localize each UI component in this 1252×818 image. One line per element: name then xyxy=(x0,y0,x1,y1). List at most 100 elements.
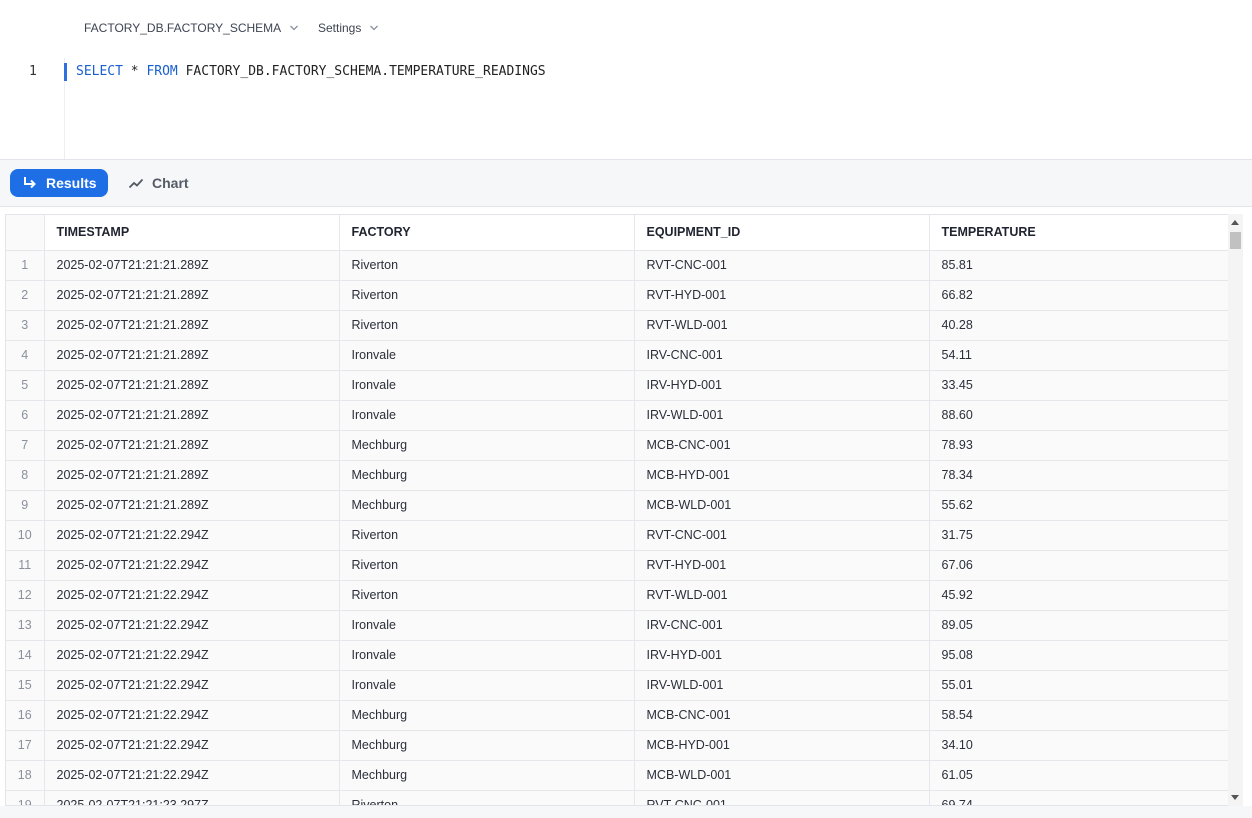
cell-equipment-id[interactable]: IRV-WLD-001 xyxy=(634,670,930,701)
cell-factory[interactable]: Mechburg xyxy=(339,760,635,791)
scroll-up-arrow-icon[interactable] xyxy=(1231,220,1239,225)
cell-temperature[interactable]: 88.60 xyxy=(929,400,1229,431)
cell-factory[interactable]: Mechburg xyxy=(339,430,635,461)
cell-temperature[interactable]: 95.08 xyxy=(929,640,1229,671)
sql-editor[interactable]: 1 SELECT * FROM FACTORY_DB.FACTORY_SCHEM… xyxy=(0,58,1252,160)
cell-factory[interactable]: Riverton xyxy=(339,790,635,805)
cell-factory[interactable]: Ironvale xyxy=(339,670,635,701)
cell-temperature[interactable]: 40.28 xyxy=(929,310,1229,341)
cell-temperature[interactable]: 58.54 xyxy=(929,700,1229,731)
table-row[interactable]: 12 2025-02-07T21:21:22.294Z Riverton RVT-WL… xyxy=(6,580,1229,611)
cell-factory[interactable]: Riverton xyxy=(339,250,635,281)
cell-temperature[interactable]: 78.93 xyxy=(929,430,1229,461)
cell-timestamp[interactable]: 2025-02-07T21:21:21.289Z xyxy=(44,400,340,431)
cell-equipment-id[interactable]: RVT-HYD-001 xyxy=(634,550,930,581)
cell-factory[interactable]: Riverton xyxy=(339,310,635,341)
cell-equipment-id[interactable]: RVT-CNC-001 xyxy=(634,790,930,805)
cell-factory[interactable]: Ironvale xyxy=(339,640,635,671)
table-row[interactable]: 1 2025-02-07T21:21:21.289Z Riverton RVT-CNC… xyxy=(6,250,1229,281)
cell-timestamp[interactable]: 2025-02-07T21:21:22.294Z xyxy=(44,550,340,581)
cell-factory[interactable]: Mechburg xyxy=(339,730,635,761)
table-row[interactable]: 9 2025-02-07T21:21:21.289Z Mechburg MCB-WLD… xyxy=(6,490,1229,521)
table-row[interactable]: 10 2025-02-07T21:21:22.294Z Riverton RVT-CN… xyxy=(6,520,1229,551)
cell-equipment-id[interactable]: MCB-HYD-001 xyxy=(634,460,930,491)
cell-temperature[interactable]: 61.05 xyxy=(929,760,1229,791)
cell-equipment-id[interactable]: RVT-CNC-001 xyxy=(634,520,930,551)
table-row[interactable]: 18 2025-02-07T21:21:22.294Z Mechburg MCB-WL… xyxy=(6,760,1229,791)
cell-timestamp[interactable]: 2025-02-07T21:21:22.294Z xyxy=(44,640,340,671)
sql-code-line[interactable]: SELECT * FROM FACTORY_DB.FACTORY_SCHEMA.… xyxy=(76,64,546,79)
vertical-scrollbar[interactable] xyxy=(1228,214,1243,806)
cell-factory[interactable]: Ironvale xyxy=(339,340,635,371)
cell-timestamp[interactable]: 2025-02-07T21:21:22.294Z xyxy=(44,520,340,551)
table-row[interactable]: 2 2025-02-07T21:21:21.289Z Riverton RVT-HYD… xyxy=(6,280,1229,311)
cell-factory[interactable]: Riverton xyxy=(339,520,635,551)
table-row[interactable]: 3 2025-02-07T21:21:21.289Z Riverton RVT-WLD… xyxy=(6,310,1229,341)
cell-equipment-id[interactable]: MCB-HYD-001 xyxy=(634,730,930,761)
cell-equipment-id[interactable]: MCB-WLD-001 xyxy=(634,760,930,791)
table-row[interactable]: 7 2025-02-07T21:21:21.289Z Mechburg MCB-CNC… xyxy=(6,430,1229,461)
cell-temperature[interactable]: 45.92 xyxy=(929,580,1229,611)
cell-factory[interactable]: Ironvale xyxy=(339,610,635,641)
cell-timestamp[interactable]: 2025-02-07T21:21:21.289Z xyxy=(44,460,340,491)
cell-equipment-id[interactable]: IRV-HYD-001 xyxy=(634,640,930,671)
cell-temperature[interactable]: 69.74 xyxy=(929,790,1229,805)
cell-timestamp[interactable]: 2025-02-07T21:21:21.289Z xyxy=(44,430,340,461)
cell-equipment-id[interactable]: IRV-WLD-001 xyxy=(634,400,930,431)
results-grid[interactable]: TIMESTAMP FACTORY EQUIPMENT_ID TEMPERATURE … xyxy=(5,214,1243,806)
cell-temperature[interactable]: 67.06 xyxy=(929,550,1229,581)
cell-timestamp[interactable]: 2025-02-07T21:21:22.294Z xyxy=(44,700,340,731)
scroll-down-arrow-icon[interactable] xyxy=(1231,795,1239,800)
cell-timestamp[interactable]: 2025-02-07T21:21:21.289Z xyxy=(44,310,340,341)
table-row[interactable]: 8 2025-02-07T21:21:21.289Z Mechburg MCB-HYD… xyxy=(6,460,1229,491)
cell-factory[interactable]: Riverton xyxy=(339,580,635,611)
table-row[interactable]: 5 2025-02-07T21:21:21.289Z Ironvale IRV-HYD… xyxy=(6,370,1229,401)
cell-temperature[interactable]: 89.05 xyxy=(929,610,1229,641)
database-schema-selector[interactable]: FACTORY_DB.FACTORY_SCHEMA xyxy=(84,21,299,35)
table-row[interactable]: 14 2025-02-07T21:21:22.294Z Ironvale IRV-HY… xyxy=(6,640,1229,671)
cell-timestamp[interactable]: 2025-02-07T21:21:22.294Z xyxy=(44,610,340,641)
column-header-equipment-id[interactable]: EQUIPMENT_ID xyxy=(634,215,930,251)
cell-timestamp[interactable]: 2025-02-07T21:21:23.297Z xyxy=(44,790,340,805)
cell-timestamp[interactable]: 2025-02-07T21:21:21.289Z xyxy=(44,280,340,311)
cell-timestamp[interactable]: 2025-02-07T21:21:21.289Z xyxy=(44,250,340,281)
cell-factory[interactable]: Riverton xyxy=(339,550,635,581)
cell-temperature[interactable]: 31.75 xyxy=(929,520,1229,551)
cell-temperature[interactable]: 66.82 xyxy=(929,280,1229,311)
cell-equipment-id[interactable]: MCB-WLD-001 xyxy=(634,490,930,521)
cell-timestamp[interactable]: 2025-02-07T21:21:22.294Z xyxy=(44,580,340,611)
column-header-temperature[interactable]: TEMPERATURE xyxy=(929,215,1229,251)
cell-factory[interactable]: Riverton xyxy=(339,280,635,311)
cell-timestamp[interactable]: 2025-02-07T21:21:22.294Z xyxy=(44,730,340,761)
table-row[interactable]: 17 2025-02-07T21:21:22.294Z Mechburg MCB-HY… xyxy=(6,730,1229,761)
cell-timestamp[interactable]: 2025-02-07T21:21:22.294Z xyxy=(44,670,340,701)
cell-temperature[interactable]: 85.81 xyxy=(929,250,1229,281)
cell-equipment-id[interactable]: IRV-CNC-001 xyxy=(634,340,930,371)
cell-timestamp[interactable]: 2025-02-07T21:21:21.289Z xyxy=(44,340,340,371)
column-header-factory[interactable]: FACTORY xyxy=(339,215,635,251)
cell-temperature[interactable]: 55.01 xyxy=(929,670,1229,701)
table-row[interactable]: 13 2025-02-07T21:21:22.294Z Ironvale IRV-CN… xyxy=(6,610,1229,641)
cell-temperature[interactable]: 33.45 xyxy=(929,370,1229,401)
cell-equipment-id[interactable]: RVT-HYD-001 xyxy=(634,280,930,311)
results-tab-button[interactable]: Results xyxy=(10,169,108,197)
table-row[interactable]: 6 2025-02-07T21:21:21.289Z Ironvale IRV-WLD… xyxy=(6,400,1229,431)
cell-factory[interactable]: Mechburg xyxy=(339,700,635,731)
scrollbar-thumb[interactable] xyxy=(1230,232,1241,249)
cell-equipment-id[interactable]: IRV-HYD-001 xyxy=(634,370,930,401)
cell-equipment-id[interactable]: RVT-WLD-001 xyxy=(634,580,930,611)
table-row[interactable]: 16 2025-02-07T21:21:22.294Z Mechburg MCB-CN… xyxy=(6,700,1229,731)
chart-tab-button[interactable]: Chart xyxy=(128,169,189,197)
cell-factory[interactable]: Mechburg xyxy=(339,460,635,491)
table-row[interactable]: 15 2025-02-07T21:21:22.294Z Ironvale IRV-WL… xyxy=(6,670,1229,701)
cell-temperature[interactable]: 55.62 xyxy=(929,490,1229,521)
table-row[interactable]: 19 2025-02-07T21:21:23.297Z Riverton RVT-CN… xyxy=(6,790,1229,805)
cell-temperature[interactable]: 54.11 xyxy=(929,340,1229,371)
table-row[interactable]: 11 2025-02-07T21:21:22.294Z Riverton RVT-HY… xyxy=(6,550,1229,581)
cell-equipment-id[interactable]: IRV-CNC-001 xyxy=(634,610,930,641)
cell-temperature[interactable]: 78.34 xyxy=(929,460,1229,491)
cell-timestamp[interactable]: 2025-02-07T21:21:21.289Z xyxy=(44,370,340,401)
cell-factory[interactable]: Mechburg xyxy=(339,490,635,521)
cell-equipment-id[interactable]: MCB-CNC-001 xyxy=(634,700,930,731)
cell-equipment-id[interactable]: RVT-CNC-001 xyxy=(634,250,930,281)
